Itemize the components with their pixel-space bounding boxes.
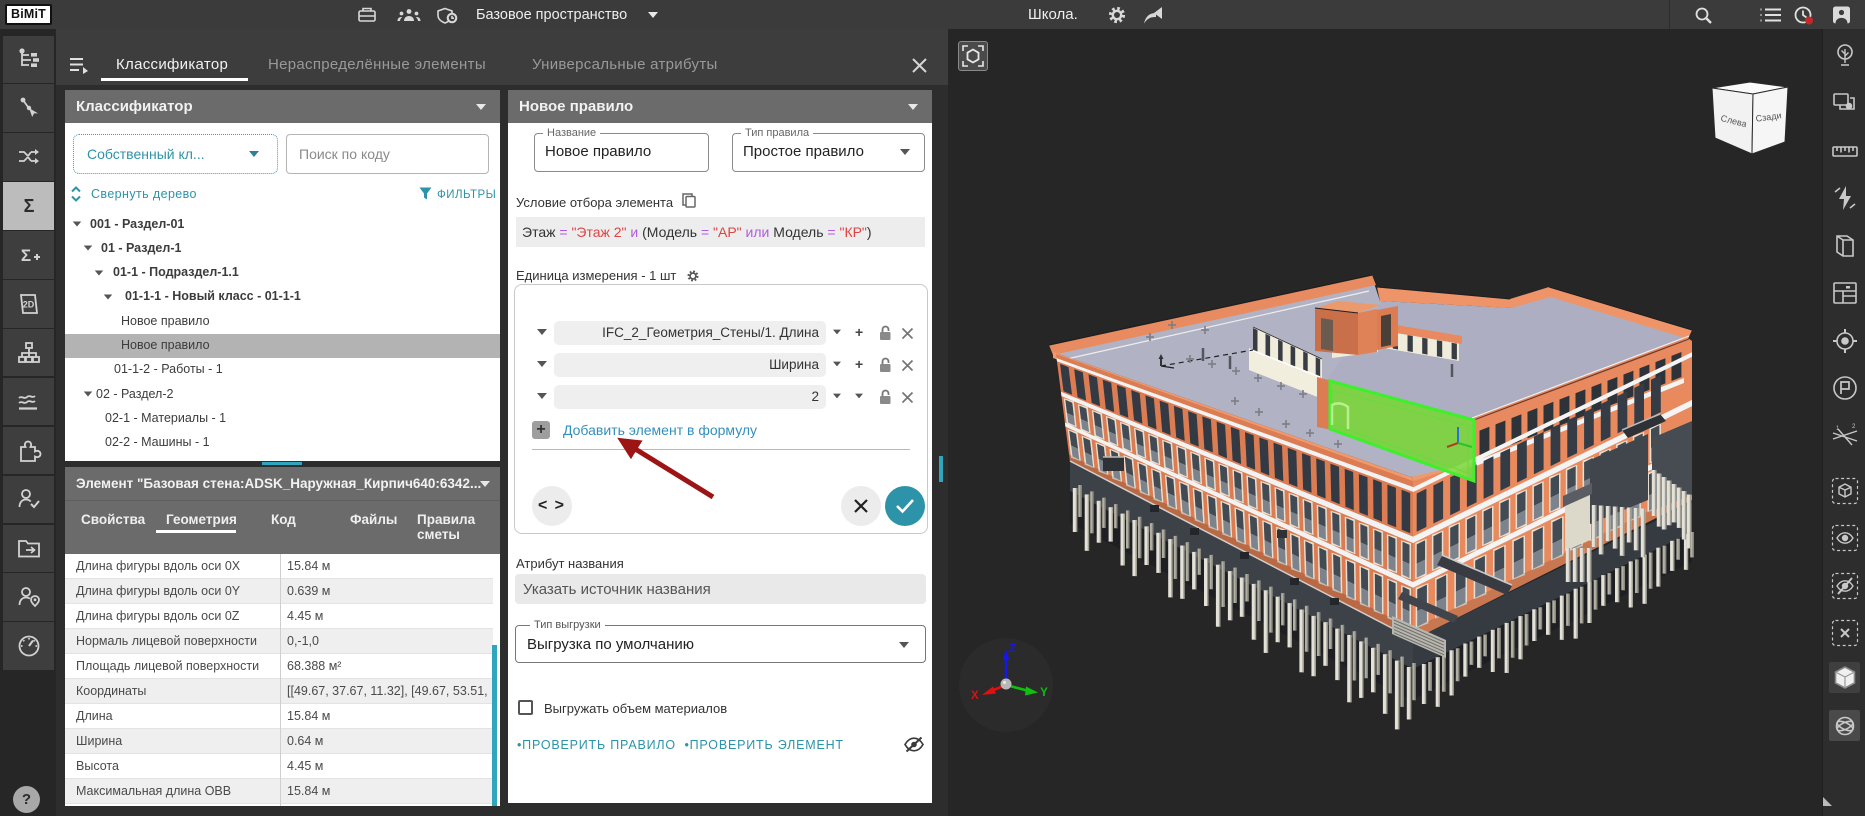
svg-text:2: 2: [1852, 424, 1856, 430]
svg-text:2D: 2D: [22, 299, 34, 309]
svg-text:Y: Y: [1040, 687, 1048, 699]
svg-text:Σ: Σ: [23, 196, 34, 216]
svg-text:Z: Z: [1009, 643, 1016, 655]
svg-text:Σ: Σ: [20, 246, 30, 265]
svg-text:X: X: [971, 690, 979, 702]
